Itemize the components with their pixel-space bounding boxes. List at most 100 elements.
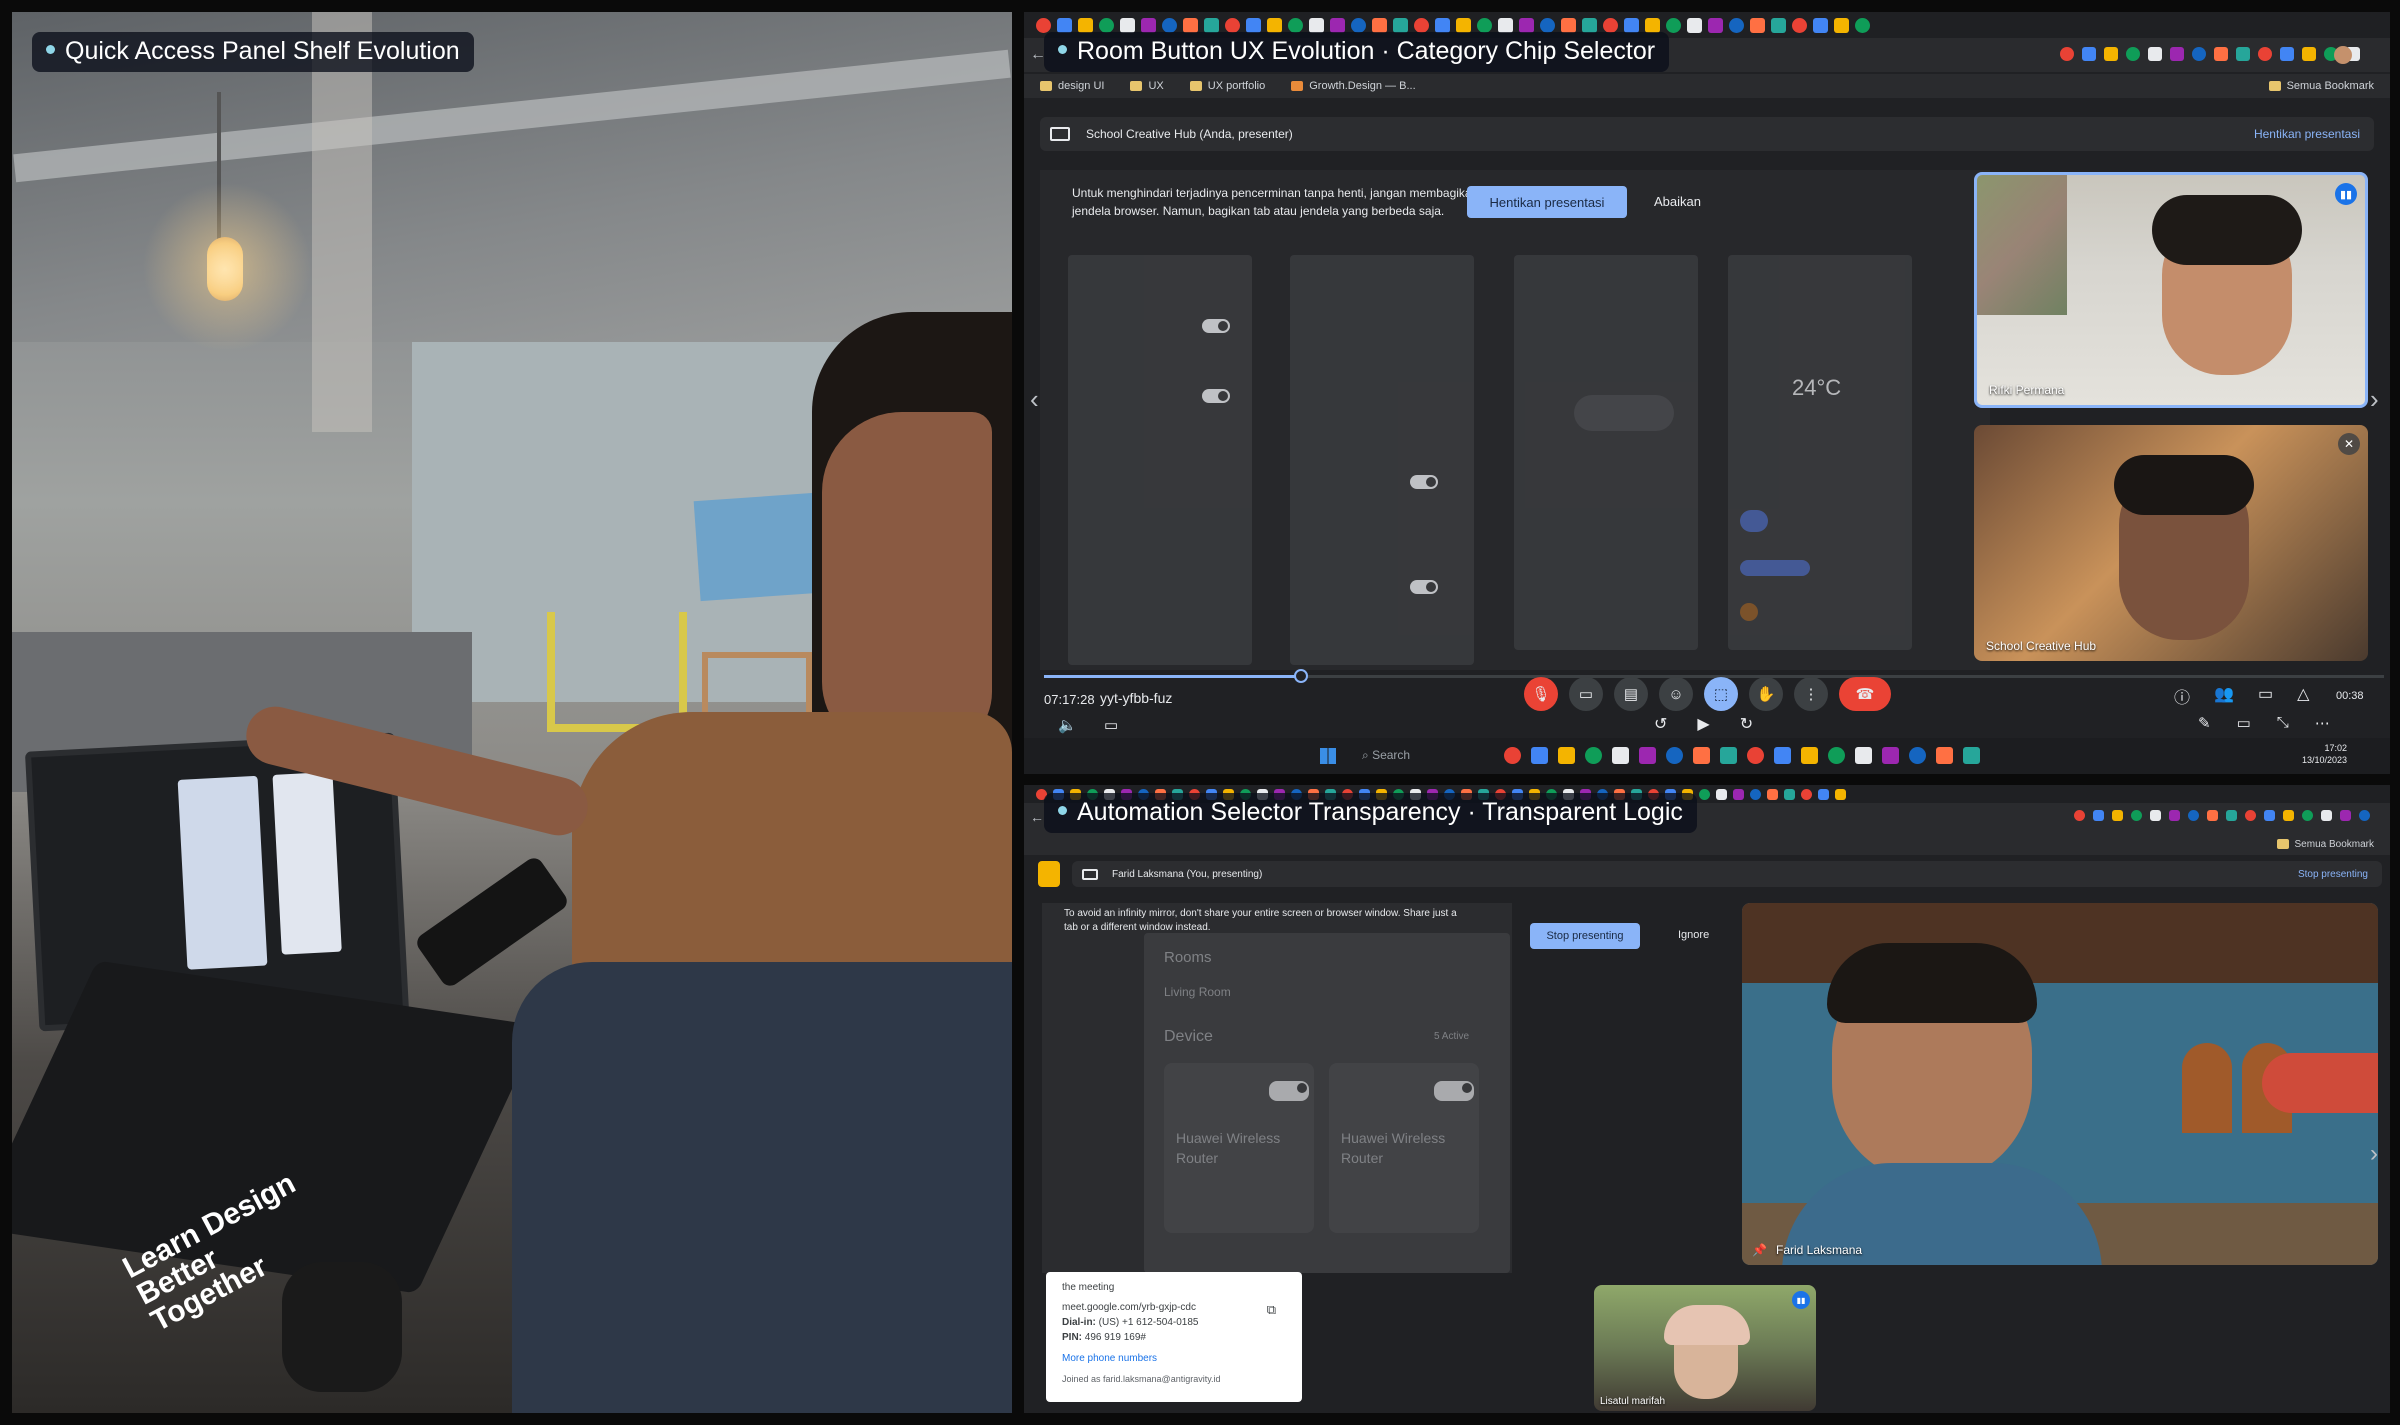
browser-tab-favicon-icon[interactable] xyxy=(1414,17,1429,33)
browser-tab-favicon-icon[interactable] xyxy=(1801,788,1812,800)
browser-tab-favicon-icon[interactable] xyxy=(2082,47,2096,61)
meeting-link[interactable]: meet.google.com/yrb-gxjp-cdc xyxy=(1062,1302,1196,1313)
browser-tab-favicon-icon[interactable] xyxy=(1882,747,1899,764)
browser-tab-favicon-icon[interactable] xyxy=(1519,17,1534,33)
browser-tab-favicon-icon[interactable] xyxy=(1099,17,1114,33)
browser-tab-favicon-icon[interactable] xyxy=(2104,47,2118,61)
browser-tab-favicon-icon[interactable] xyxy=(2131,810,2142,821)
people-icon[interactable]: 👥 xyxy=(2214,684,2234,708)
browser-tab-favicon-icon[interactable] xyxy=(1558,747,1575,764)
browser-tab-favicon-icon[interactable] xyxy=(1498,17,1513,33)
bookmark-design-ui[interactable]: design UI xyxy=(1040,80,1104,92)
browser-tab-favicon-icon[interactable] xyxy=(1699,788,1710,800)
browser-tab-favicon-icon[interactable] xyxy=(1687,17,1702,33)
activities-icon[interactable]: △ xyxy=(2297,684,2309,708)
browser-tab-favicon-icon[interactable] xyxy=(1078,17,1093,33)
browser-tab-favicon-icon[interactable] xyxy=(1784,788,1795,800)
more-icon[interactable]: ⋯ xyxy=(2315,714,2330,732)
browser-tab-favicon-icon[interactable] xyxy=(1585,747,1602,764)
browser-tab-favicon-icon[interactable] xyxy=(2188,810,2199,821)
browser-tab-favicon-icon[interactable] xyxy=(1666,747,1683,764)
browser-tab-favicon-icon[interactable] xyxy=(2264,810,2275,821)
browser-tab-favicon-icon[interactable] xyxy=(2245,810,2256,821)
browser-tab-favicon-icon[interactable] xyxy=(1645,17,1660,33)
browser-tab-favicon-icon[interactable] xyxy=(1813,17,1828,33)
browser-tab-favicon-icon[interactable] xyxy=(1330,17,1345,33)
browser-tab-favicon-icon[interactable] xyxy=(1393,17,1408,33)
browser-tab-favicon-icon[interactable] xyxy=(1801,747,1818,764)
fullscreen-icon[interactable]: ⤡ xyxy=(2277,714,2289,732)
app-badge-icon[interactable] xyxy=(1038,861,1060,887)
browser-tab-favicon-icon[interactable] xyxy=(1693,747,1710,764)
windows-start-icon[interactable] xyxy=(1320,748,1336,764)
browser-tab-favicon-icon[interactable] xyxy=(1936,747,1953,764)
extension-icons[interactable] xyxy=(2074,810,2370,821)
camera-button[interactable]: ▭ xyxy=(1569,677,1603,711)
bookmark-ux-portfolio[interactable]: UX portfolio xyxy=(1189,80,1265,92)
extension-icons[interactable] xyxy=(2060,47,2360,61)
browser-tab-favicon-icon[interactable] xyxy=(2258,47,2272,61)
stop-presenting-link[interactable]: Stop presenting xyxy=(2298,869,2368,880)
more-phone-numbers-link[interactable]: More phone numbers xyxy=(1062,1351,1286,1366)
browser-tab-favicon-icon[interactable] xyxy=(2207,810,2218,821)
browser-tab-favicon-icon[interactable] xyxy=(1120,17,1135,33)
browser-tab-favicon-icon[interactable] xyxy=(1561,17,1576,33)
browser-tab-favicon-icon[interactable] xyxy=(1963,747,1980,764)
browser-tab-favicon-icon[interactable] xyxy=(1504,747,1521,764)
browser-tab-favicon-icon[interactable] xyxy=(1720,747,1737,764)
volume-icon[interactable]: 🔈 xyxy=(1058,716,1077,734)
browser-tab-favicon-icon[interactable] xyxy=(1828,747,1845,764)
browser-tab-favicon-icon[interactable] xyxy=(2112,810,2123,821)
browser-tab-favicon-icon[interactable] xyxy=(1351,17,1366,33)
browser-tab-favicon-icon[interactable] xyxy=(2340,810,2351,821)
stop-presenting-button[interactable]: Stop presenting xyxy=(1530,923,1640,949)
browser-tab-favicon-icon[interactable] xyxy=(1834,17,1849,33)
browser-tab-favicon-icon[interactable] xyxy=(1729,17,1744,33)
dismiss-button[interactable]: Abaikan xyxy=(1654,194,1701,209)
bookmark-ux[interactable]: UX xyxy=(1130,80,1164,92)
rewind-10-icon[interactable]: ↺ xyxy=(1654,714,1667,734)
browser-tab-favicon-icon[interactable] xyxy=(1603,17,1618,33)
browser-tab-favicon-icon[interactable] xyxy=(2150,810,2161,821)
participant-tile-small[interactable]: ▮▮ Lisatul marifah xyxy=(1594,1285,1816,1411)
subtitles-icon[interactable]: ▭ xyxy=(1104,716,1118,734)
browser-tab-favicon-icon[interactable] xyxy=(1582,17,1597,33)
ignore-button[interactable]: Ignore xyxy=(1678,929,1709,941)
browser-tab-favicon-icon[interactable] xyxy=(2302,47,2316,61)
browser-tab-favicon-icon[interactable] xyxy=(1288,17,1303,33)
browser-tab-favicon-icon[interactable] xyxy=(1835,788,1846,800)
browser-tab-favicon-icon[interactable] xyxy=(1246,17,1261,33)
browser-tab-favicon-icon[interactable] xyxy=(1372,17,1387,33)
browser-tab-favicon-icon[interactable] xyxy=(1639,747,1656,764)
all-bookmarks[interactable]: Semua Bookmark xyxy=(2268,80,2374,92)
browser-tab-favicon-icon[interactable] xyxy=(2093,810,2104,821)
browser-tab-favicon-icon[interactable] xyxy=(2359,810,2370,821)
taskbar-apps[interactable] xyxy=(1504,747,1980,764)
mic-off-button[interactable]: 🎙 xyxy=(1524,677,1558,711)
browser-tab-favicon-icon[interactable] xyxy=(2302,810,2313,821)
raise-hand-button[interactable]: ✋ xyxy=(1749,677,1783,711)
browser-tab-favicon-icon[interactable] xyxy=(1267,17,1282,33)
stop-presenting-button[interactable]: Hentikan presentasi xyxy=(1467,186,1627,218)
browser-tab-favicon-icon[interactable] xyxy=(2170,47,2184,61)
taskbar-search[interactable]: ⌕ Search xyxy=(1362,748,1410,763)
all-bookmarks[interactable]: Semua Bookmark xyxy=(2276,839,2374,850)
browser-tab-favicon-icon[interactable] xyxy=(1624,17,1639,33)
browser-tab-favicon-icon[interactable] xyxy=(2226,810,2237,821)
browser-tab-favicon-icon[interactable] xyxy=(2283,810,2294,821)
browser-tab-favicon-icon[interactable] xyxy=(1774,747,1791,764)
captions-button[interactable]: ▤ xyxy=(1614,677,1648,711)
participant-tile-main[interactable]: Farid Laksmana 📌 xyxy=(1742,903,2378,1265)
browser-tab-favicon-icon[interactable] xyxy=(1855,17,1870,33)
browser-tab-favicon-icon[interactable] xyxy=(1204,17,1219,33)
chevron-right-icon[interactable]: › xyxy=(2370,384,2379,415)
browser-tab-favicon-icon[interactable] xyxy=(1909,747,1926,764)
browser-tab-favicon-icon[interactable] xyxy=(1036,17,1051,33)
bookmark-growth-design[interactable]: Growth.Design — B... xyxy=(1291,80,1416,92)
browser-tab-favicon-icon[interactable] xyxy=(1666,17,1681,33)
copy-icon[interactable]: ⧉ xyxy=(1267,1302,1276,1317)
back-arrow-icon[interactable]: ← xyxy=(1030,809,1044,825)
browser-tab-favicon-icon[interactable] xyxy=(1057,17,1072,33)
pencil-icon[interactable]: ✎ xyxy=(2198,714,2211,732)
browser-tab-favicon-icon[interactable] xyxy=(2126,47,2140,61)
